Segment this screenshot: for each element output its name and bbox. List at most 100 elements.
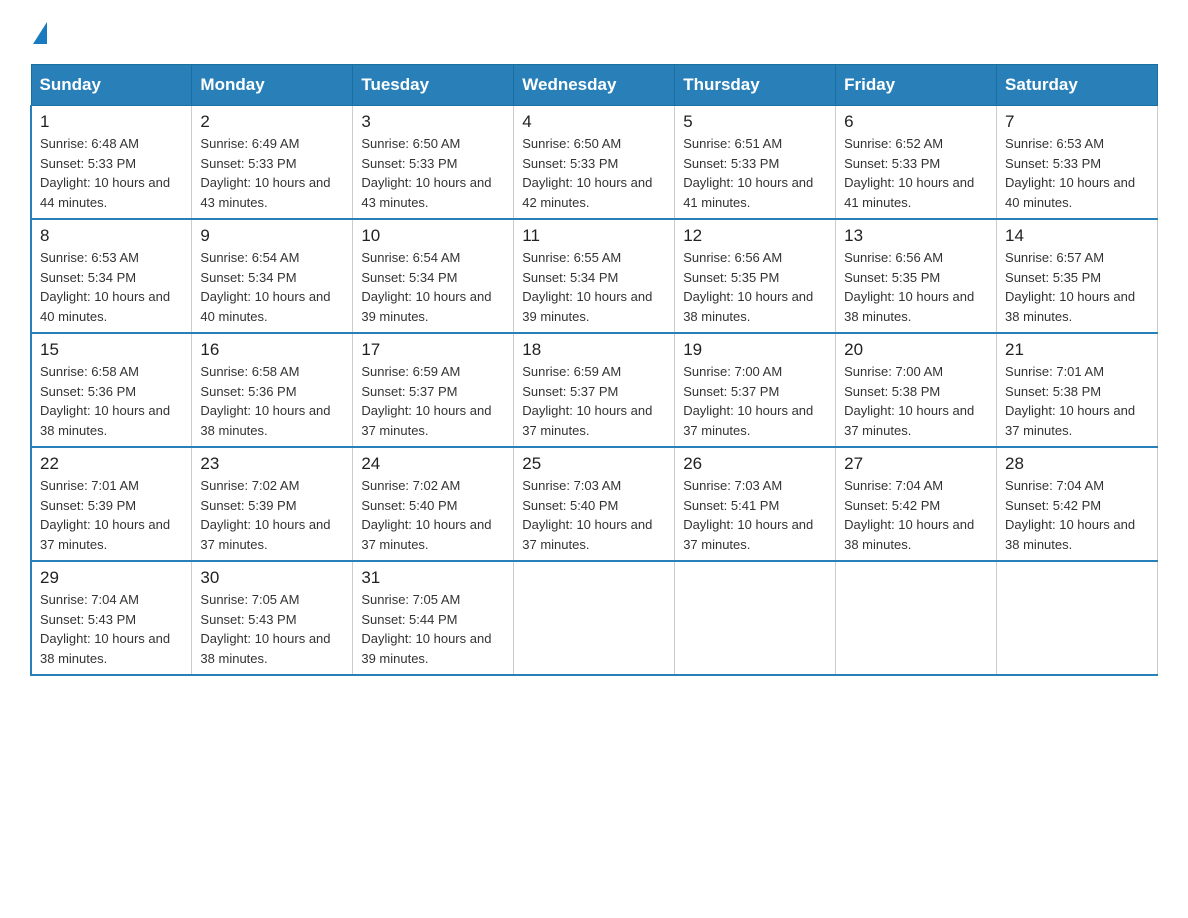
day-number: 22 bbox=[40, 454, 183, 474]
day-info: Sunrise: 6:59 AMSunset: 5:37 PMDaylight:… bbox=[361, 364, 491, 438]
day-number: 27 bbox=[844, 454, 988, 474]
day-info: Sunrise: 7:04 AMSunset: 5:43 PMDaylight:… bbox=[40, 592, 170, 666]
day-number: 13 bbox=[844, 226, 988, 246]
calendar-cell: 19 Sunrise: 7:00 AMSunset: 5:37 PMDaylig… bbox=[675, 333, 836, 447]
calendar-cell: 7 Sunrise: 6:53 AMSunset: 5:33 PMDayligh… bbox=[997, 106, 1158, 220]
day-number: 30 bbox=[200, 568, 344, 588]
calendar-cell: 30 Sunrise: 7:05 AMSunset: 5:43 PMDaylig… bbox=[192, 561, 353, 675]
calendar-cell: 13 Sunrise: 6:56 AMSunset: 5:35 PMDaylig… bbox=[836, 219, 997, 333]
week-row-1: 1 Sunrise: 6:48 AMSunset: 5:33 PMDayligh… bbox=[31, 106, 1158, 220]
day-number: 16 bbox=[200, 340, 344, 360]
week-row-5: 29 Sunrise: 7:04 AMSunset: 5:43 PMDaylig… bbox=[31, 561, 1158, 675]
day-info: Sunrise: 7:05 AMSunset: 5:43 PMDaylight:… bbox=[200, 592, 330, 666]
calendar-cell: 17 Sunrise: 6:59 AMSunset: 5:37 PMDaylig… bbox=[353, 333, 514, 447]
day-info: Sunrise: 7:03 AMSunset: 5:41 PMDaylight:… bbox=[683, 478, 813, 552]
day-info: Sunrise: 7:04 AMSunset: 5:42 PMDaylight:… bbox=[1005, 478, 1135, 552]
day-number: 29 bbox=[40, 568, 183, 588]
calendar-cell: 24 Sunrise: 7:02 AMSunset: 5:40 PMDaylig… bbox=[353, 447, 514, 561]
day-number: 11 bbox=[522, 226, 666, 246]
day-info: Sunrise: 7:03 AMSunset: 5:40 PMDaylight:… bbox=[522, 478, 652, 552]
calendar-cell: 25 Sunrise: 7:03 AMSunset: 5:40 PMDaylig… bbox=[514, 447, 675, 561]
calendar-cell: 22 Sunrise: 7:01 AMSunset: 5:39 PMDaylig… bbox=[31, 447, 192, 561]
calendar-cell: 12 Sunrise: 6:56 AMSunset: 5:35 PMDaylig… bbox=[675, 219, 836, 333]
calendar-cell: 29 Sunrise: 7:04 AMSunset: 5:43 PMDaylig… bbox=[31, 561, 192, 675]
calendar-cell: 14 Sunrise: 6:57 AMSunset: 5:35 PMDaylig… bbox=[997, 219, 1158, 333]
page-header bbox=[30, 20, 1158, 44]
logo-top bbox=[30, 20, 47, 44]
week-row-4: 22 Sunrise: 7:01 AMSunset: 5:39 PMDaylig… bbox=[31, 447, 1158, 561]
calendar-cell: 20 Sunrise: 7:00 AMSunset: 5:38 PMDaylig… bbox=[836, 333, 997, 447]
day-number: 31 bbox=[361, 568, 505, 588]
calendar-cell: 23 Sunrise: 7:02 AMSunset: 5:39 PMDaylig… bbox=[192, 447, 353, 561]
week-row-3: 15 Sunrise: 6:58 AMSunset: 5:36 PMDaylig… bbox=[31, 333, 1158, 447]
day-info: Sunrise: 7:01 AMSunset: 5:38 PMDaylight:… bbox=[1005, 364, 1135, 438]
day-number: 9 bbox=[200, 226, 344, 246]
calendar-cell: 15 Sunrise: 6:58 AMSunset: 5:36 PMDaylig… bbox=[31, 333, 192, 447]
day-info: Sunrise: 6:59 AMSunset: 5:37 PMDaylight:… bbox=[522, 364, 652, 438]
day-number: 18 bbox=[522, 340, 666, 360]
day-info: Sunrise: 7:00 AMSunset: 5:38 PMDaylight:… bbox=[844, 364, 974, 438]
day-info: Sunrise: 6:54 AMSunset: 5:34 PMDaylight:… bbox=[200, 250, 330, 324]
day-info: Sunrise: 6:52 AMSunset: 5:33 PMDaylight:… bbox=[844, 136, 974, 210]
calendar-cell: 21 Sunrise: 7:01 AMSunset: 5:38 PMDaylig… bbox=[997, 333, 1158, 447]
day-number: 23 bbox=[200, 454, 344, 474]
day-number: 1 bbox=[40, 112, 183, 132]
calendar-cell bbox=[675, 561, 836, 675]
day-info: Sunrise: 7:05 AMSunset: 5:44 PMDaylight:… bbox=[361, 592, 491, 666]
calendar-cell: 3 Sunrise: 6:50 AMSunset: 5:33 PMDayligh… bbox=[353, 106, 514, 220]
day-info: Sunrise: 7:02 AMSunset: 5:39 PMDaylight:… bbox=[200, 478, 330, 552]
day-number: 5 bbox=[683, 112, 827, 132]
day-info: Sunrise: 6:57 AMSunset: 5:35 PMDaylight:… bbox=[1005, 250, 1135, 324]
day-info: Sunrise: 6:53 AMSunset: 5:33 PMDaylight:… bbox=[1005, 136, 1135, 210]
day-info: Sunrise: 7:01 AMSunset: 5:39 PMDaylight:… bbox=[40, 478, 170, 552]
day-info: Sunrise: 6:50 AMSunset: 5:33 PMDaylight:… bbox=[361, 136, 491, 210]
day-number: 26 bbox=[683, 454, 827, 474]
calendar-table: SundayMondayTuesdayWednesdayThursdayFrid… bbox=[30, 64, 1158, 676]
day-info: Sunrise: 7:00 AMSunset: 5:37 PMDaylight:… bbox=[683, 364, 813, 438]
day-info: Sunrise: 6:54 AMSunset: 5:34 PMDaylight:… bbox=[361, 250, 491, 324]
day-info: Sunrise: 6:58 AMSunset: 5:36 PMDaylight:… bbox=[40, 364, 170, 438]
calendar-cell: 4 Sunrise: 6:50 AMSunset: 5:33 PMDayligh… bbox=[514, 106, 675, 220]
calendar-cell: 6 Sunrise: 6:52 AMSunset: 5:33 PMDayligh… bbox=[836, 106, 997, 220]
day-info: Sunrise: 6:56 AMSunset: 5:35 PMDaylight:… bbox=[683, 250, 813, 324]
calendar-cell: 26 Sunrise: 7:03 AMSunset: 5:41 PMDaylig… bbox=[675, 447, 836, 561]
day-number: 2 bbox=[200, 112, 344, 132]
day-info: Sunrise: 6:49 AMSunset: 5:33 PMDaylight:… bbox=[200, 136, 330, 210]
day-number: 21 bbox=[1005, 340, 1149, 360]
day-number: 20 bbox=[844, 340, 988, 360]
day-number: 14 bbox=[1005, 226, 1149, 246]
week-row-2: 8 Sunrise: 6:53 AMSunset: 5:34 PMDayligh… bbox=[31, 219, 1158, 333]
day-info: Sunrise: 6:48 AMSunset: 5:33 PMDaylight:… bbox=[40, 136, 170, 210]
day-number: 17 bbox=[361, 340, 505, 360]
day-info: Sunrise: 6:56 AMSunset: 5:35 PMDaylight:… bbox=[844, 250, 974, 324]
calendar-cell: 5 Sunrise: 6:51 AMSunset: 5:33 PMDayligh… bbox=[675, 106, 836, 220]
weekday-header-sunday: Sunday bbox=[31, 65, 192, 106]
calendar-cell: 10 Sunrise: 6:54 AMSunset: 5:34 PMDaylig… bbox=[353, 219, 514, 333]
day-number: 12 bbox=[683, 226, 827, 246]
calendar-cell: 28 Sunrise: 7:04 AMSunset: 5:42 PMDaylig… bbox=[997, 447, 1158, 561]
day-number: 15 bbox=[40, 340, 183, 360]
weekday-header-saturday: Saturday bbox=[997, 65, 1158, 106]
day-number: 24 bbox=[361, 454, 505, 474]
weekday-header-row: SundayMondayTuesdayWednesdayThursdayFrid… bbox=[31, 65, 1158, 106]
logo bbox=[30, 20, 47, 44]
calendar-cell bbox=[997, 561, 1158, 675]
day-info: Sunrise: 6:55 AMSunset: 5:34 PMDaylight:… bbox=[522, 250, 652, 324]
calendar-cell: 9 Sunrise: 6:54 AMSunset: 5:34 PMDayligh… bbox=[192, 219, 353, 333]
day-number: 6 bbox=[844, 112, 988, 132]
weekday-header-thursday: Thursday bbox=[675, 65, 836, 106]
day-number: 3 bbox=[361, 112, 505, 132]
weekday-header-wednesday: Wednesday bbox=[514, 65, 675, 106]
day-number: 10 bbox=[361, 226, 505, 246]
day-info: Sunrise: 7:04 AMSunset: 5:42 PMDaylight:… bbox=[844, 478, 974, 552]
day-info: Sunrise: 6:50 AMSunset: 5:33 PMDaylight:… bbox=[522, 136, 652, 210]
weekday-header-friday: Friday bbox=[836, 65, 997, 106]
day-number: 25 bbox=[522, 454, 666, 474]
day-info: Sunrise: 6:53 AMSunset: 5:34 PMDaylight:… bbox=[40, 250, 170, 324]
calendar-cell: 31 Sunrise: 7:05 AMSunset: 5:44 PMDaylig… bbox=[353, 561, 514, 675]
calendar-cell: 27 Sunrise: 7:04 AMSunset: 5:42 PMDaylig… bbox=[836, 447, 997, 561]
calendar-cell bbox=[514, 561, 675, 675]
day-number: 7 bbox=[1005, 112, 1149, 132]
day-number: 19 bbox=[683, 340, 827, 360]
day-number: 4 bbox=[522, 112, 666, 132]
